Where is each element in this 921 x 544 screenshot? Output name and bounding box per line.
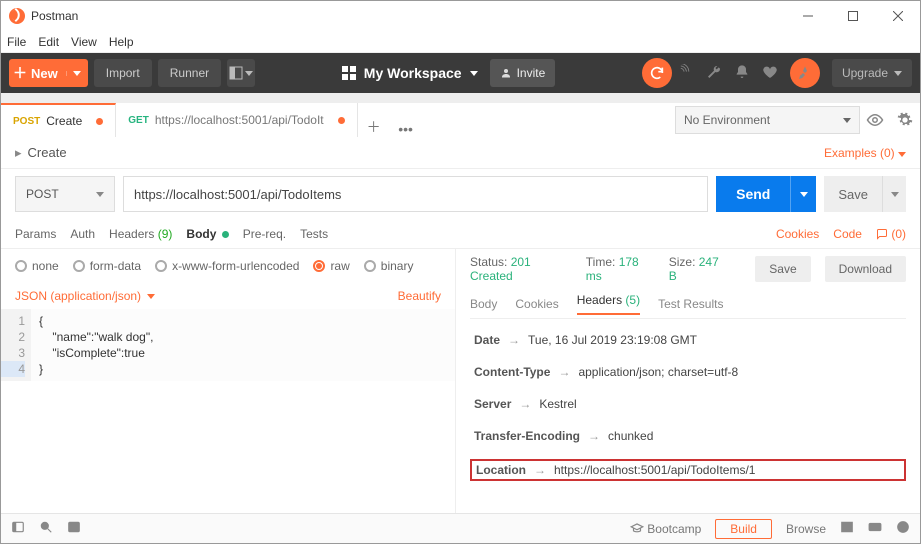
cookies-link[interactable]: Cookies — [776, 227, 819, 241]
tab-auth[interactable]: Auth — [70, 227, 95, 241]
response-header-row: Content-Type→application/json; charset=u… — [470, 363, 906, 381]
response-download-button[interactable]: Download — [825, 256, 906, 282]
menu-view[interactable]: View — [71, 35, 97, 49]
tab-row: POST Create GET https://localhost:5001/a… — [1, 103, 920, 137]
new-button[interactable]: ＋ New — [9, 59, 88, 87]
resp-tab-tests[interactable]: Test Results — [658, 297, 723, 311]
find-icon[interactable] — [39, 520, 53, 537]
keyboard-icon[interactable] — [868, 520, 882, 537]
response-headers-list: Date→Tue, 16 Jul 2019 23:19:08 GMT Conten… — [470, 319, 906, 493]
sync-button[interactable] — [642, 58, 672, 88]
tab-tests[interactable]: Tests — [300, 227, 328, 241]
url-input[interactable]: https://localhost:5001/api/TodoItems — [123, 176, 708, 212]
status-bar: Bootcamp Build Browse — [1, 513, 920, 543]
unsaved-dot-icon — [96, 118, 103, 125]
env-preview-button[interactable] — [860, 105, 890, 135]
close-button[interactable] — [875, 1, 920, 31]
import-button[interactable]: Import — [94, 59, 152, 87]
tab-get-todo[interactable]: GET https://localhost:5001/api/TodoIt — [116, 103, 357, 137]
maximize-button[interactable] — [830, 1, 875, 31]
build-mode-button[interactable]: Build — [715, 519, 772, 539]
sidebar-toggle-icon[interactable] — [11, 520, 25, 537]
window-mode-button[interactable] — [227, 59, 255, 87]
comments-link[interactable]: (0) — [876, 227, 906, 241]
request-name: Create — [28, 145, 67, 160]
main-toolbar: ＋ New Import Runner My Workspace Invite … — [1, 53, 920, 93]
save-button[interactable]: Save — [824, 176, 882, 212]
bodytype-none[interactable]: none — [15, 259, 59, 273]
invite-button[interactable]: Invite — [490, 59, 556, 87]
new-dropdown[interactable] — [66, 71, 88, 76]
response-panel: Status: 201 Created Time: 178 ms Size: 2… — [456, 249, 920, 513]
unsaved-dot-icon — [338, 117, 345, 124]
tab-prerequest[interactable]: Pre-req. — [243, 227, 286, 241]
menu-file[interactable]: File — [7, 35, 26, 49]
bodytype-formdata[interactable]: form-data — [73, 259, 141, 273]
menu-bar: File Edit View Help — [1, 31, 920, 53]
bodytype-urlencoded[interactable]: x-www-form-urlencoded — [155, 259, 299, 273]
beautify-button[interactable]: Beautify — [398, 289, 441, 303]
content-type-selector[interactable]: JSON (application/json) — [15, 289, 155, 303]
tab-body[interactable]: Body — [186, 227, 228, 241]
browse-mode-button[interactable]: Browse — [786, 522, 826, 536]
runner-button[interactable]: Runner — [158, 59, 221, 87]
response-header-row: Location→https://localhost:5001/api/Todo… — [470, 459, 906, 481]
url-bar: POST https://localhost:5001/api/TodoItem… — [1, 169, 920, 219]
tab-headers[interactable]: Headers (9) — [109, 227, 172, 241]
code-link[interactable]: Code — [833, 227, 862, 241]
menu-help[interactable]: Help — [109, 35, 134, 49]
request-subtabs: Params Auth Headers (9) Body Pre-req. Te… — [1, 219, 920, 249]
heart-icon[interactable] — [762, 64, 778, 83]
body-editor[interactable]: 1234 { "name":"walk dog", "isComplete":t… — [1, 309, 455, 381]
bodytype-raw[interactable]: raw — [313, 259, 349, 273]
examples-dropdown[interactable]: Examples (0) — [824, 146, 906, 160]
environment-selector[interactable]: No Environment — [675, 106, 860, 134]
tab-params[interactable]: Params — [15, 227, 56, 241]
chevron-right-icon[interactable]: ▸ — [15, 145, 22, 161]
method-selector[interactable]: POST — [15, 176, 115, 212]
bodytype-binary[interactable]: binary — [364, 259, 414, 273]
grid-icon — [342, 66, 356, 80]
postman-logo-icon — [9, 8, 25, 24]
response-header-row: Server→Kestrel — [470, 395, 906, 413]
resp-tab-headers[interactable]: Headers (5) — [577, 293, 640, 315]
env-settings-button[interactable] — [890, 105, 920, 135]
resp-tab-body[interactable]: Body — [470, 297, 497, 311]
window-title: Postman — [31, 9, 78, 23]
line-gutter: 1234 — [1, 309, 31, 381]
wrench-icon[interactable] — [706, 64, 722, 83]
bootcamp-link[interactable]: Bootcamp — [630, 521, 701, 536]
help-icon[interactable] — [896, 520, 910, 537]
resp-tab-cookies[interactable]: Cookies — [515, 297, 558, 311]
plus-icon: ＋ — [9, 63, 31, 83]
send-dropdown[interactable] — [790, 176, 816, 212]
workspace-selector[interactable]: My Workspace — [342, 65, 478, 81]
upgrade-button[interactable]: Upgrade — [832, 59, 912, 87]
request-body-panel: none form-data x-www-form-urlencoded raw… — [1, 249, 456, 513]
send-button[interactable]: Send — [716, 176, 790, 212]
minimize-button[interactable] — [785, 1, 830, 31]
new-tab-button[interactable]: ＋ — [358, 117, 390, 137]
menu-edit[interactable]: Edit — [38, 35, 59, 49]
bell-icon[interactable] — [734, 64, 750, 83]
response-save-button[interactable]: Save — [755, 256, 810, 282]
code-content[interactable]: { "name":"walk dog", "isComplete":true } — [31, 309, 161, 381]
response-header-row: Date→Tue, 16 Jul 2019 23:19:08 GMT — [470, 331, 906, 349]
console-icon[interactable] — [67, 520, 81, 537]
response-header-row: Transfer-Encoding→chunked — [470, 427, 906, 445]
tab-create[interactable]: POST Create — [1, 103, 116, 137]
satellite-icon[interactable] — [678, 64, 694, 83]
tab-options-button[interactable]: ••• — [390, 121, 422, 137]
explore-button[interactable] — [790, 58, 820, 88]
two-pane-icon[interactable] — [840, 520, 854, 537]
title-bar: Postman — [1, 1, 920, 31]
request-header: ▸ Create Examples (0) — [1, 137, 920, 169]
save-dropdown[interactable] — [882, 176, 906, 212]
